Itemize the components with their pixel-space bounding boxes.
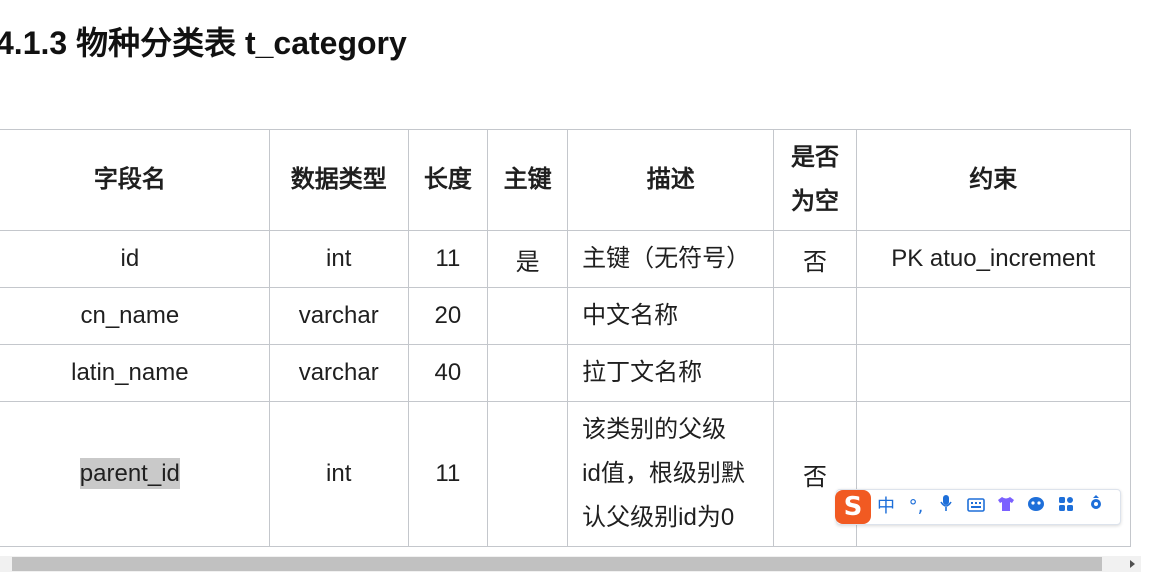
shirt-icon[interactable] [991,490,1021,524]
cell-pk [487,401,569,547]
cell-length: 11 [407,401,489,547]
scrollbar-thumb[interactable] [12,557,1102,571]
cell-type: varchar [268,344,409,402]
nullable-header-line-2: 为空 [790,188,839,215]
cell-pk: 是 [487,230,569,288]
scroll-right-arrow-icon[interactable] [1130,560,1135,568]
cell-nullable: 否 [773,230,857,288]
horizontal-scrollbar[interactable] [0,556,1141,572]
cell-type: int [268,230,409,288]
desc-line: 认父级别id为0 [582,504,735,531]
cell-name: latin_name [0,344,270,402]
nullable-header-line-1: 是否 [790,144,839,171]
cell-name: parent_id [0,401,270,547]
cell-desc: 主键（无符号） [567,230,775,288]
field-table: 字段名 数据类型 长度 主键 描述 是否 为空 约束 id int 11 是 主… [0,129,1132,547]
ime-punctuation-toggle[interactable]: °, [901,490,931,524]
cell-constraint: PK atuo_increment [855,230,1132,288]
apps-icon[interactable] [1051,490,1081,524]
settings-icon[interactable] [1081,490,1111,524]
cell-pk [487,344,569,402]
cell-desc: 拉丁文名称 [567,344,775,402]
cell-type: varchar [268,287,409,345]
table-row: latin_name varchar 40 拉丁文名称 [0,344,1132,402]
cell-name: id [0,230,270,288]
cell-nullable [773,344,857,402]
col-header-name: 字段名 [0,129,270,231]
table-wrapper: 字段名 数据类型 长度 主键 描述 是否 为空 约束 id int 11 是 主… [0,129,1141,547]
cell-pk [487,287,569,345]
col-header-nullable: 是否 为空 [773,129,857,231]
cell-name: cn_name [0,287,270,345]
cell-desc: 中文名称 [567,287,775,345]
cell-length: 11 [407,230,489,288]
face-icon[interactable] [1021,490,1051,524]
keyboard-icon[interactable] [961,490,991,524]
table-row: cn_name varchar 20 中文名称 [0,287,1132,345]
ime-toolbar[interactable]: S 中 °, [835,489,1121,525]
cell-length: 20 [407,287,489,345]
cell-constraint [855,344,1132,402]
desc-line: id值，根级别默 [582,460,745,487]
ime-mode-toggle[interactable]: 中 [871,490,901,524]
desc-line: 该类别的父级 [582,416,727,443]
cell-constraint [855,287,1132,345]
table-row: id int 11 是 主键（无符号） 否 PK atuo_increment [0,230,1132,288]
col-header-length: 长度 [407,129,489,231]
section-heading: 4.1.3 物种分类表 t_category [0,25,407,61]
table-header-row: 字段名 数据类型 长度 主键 描述 是否 为空 约束 [0,129,1132,231]
col-header-desc: 描述 [567,129,775,231]
cell-length: 40 [407,344,489,402]
col-header-type: 数据类型 [268,129,409,231]
cell-desc: 该类别的父级 id值，根级别默 认父级别id为0 [567,401,775,547]
col-header-pk: 主键 [487,129,569,231]
cell-type: int [268,401,409,547]
ime-logo-icon[interactable]: S [835,490,871,524]
mic-icon[interactable] [931,490,961,524]
selected-text[interactable]: parent_id [79,458,180,489]
col-header-constraint: 约束 [855,129,1132,231]
cell-nullable [773,287,857,345]
